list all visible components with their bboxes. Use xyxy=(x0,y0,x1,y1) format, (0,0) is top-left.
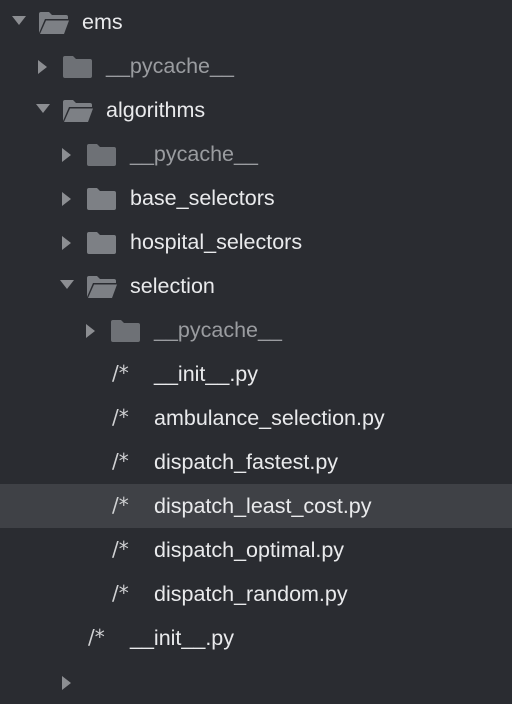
tree-item-file[interactable]: /* dispatch_optimal.py xyxy=(0,528,512,572)
tree-item-file[interactable]: /* dispatch_random.py xyxy=(0,572,512,616)
chevron-down-icon[interactable] xyxy=(60,264,74,308)
folder-icon xyxy=(62,55,94,79)
file-tree: ems __pycache__ algorithms __pycache__ b… xyxy=(0,0,512,690)
tree-item-file[interactable]: /* ambulance_selection.py xyxy=(0,396,512,440)
python-file-icon: /* xyxy=(112,493,129,517)
chevron-right-icon[interactable] xyxy=(62,176,74,220)
tree-item-label: __init__.py xyxy=(130,626,234,650)
python-file-icon: /* xyxy=(112,449,129,473)
tree-item-label: selection xyxy=(130,274,215,298)
chevron-right-icon[interactable] xyxy=(38,44,50,88)
chevron-right-icon[interactable] xyxy=(86,308,98,352)
folder-open-icon xyxy=(62,99,94,123)
folder-icon xyxy=(86,231,118,255)
tree-item-base-selectors[interactable]: base_selectors xyxy=(0,176,512,220)
tree-item-ems[interactable]: ems xyxy=(0,0,512,44)
folder-icon xyxy=(86,187,118,211)
folder-icon xyxy=(86,143,118,167)
chevron-down-icon[interactable] xyxy=(12,0,26,44)
tree-item-label: base_selectors xyxy=(130,186,275,210)
tree-item-partial[interactable] xyxy=(0,660,512,704)
tree-item-label: hospital_selectors xyxy=(130,230,303,254)
tree-item-label: __pycache__ xyxy=(154,318,282,342)
tree-item-pycache[interactable]: __pycache__ xyxy=(0,132,512,176)
tree-item-file[interactable]: /* __init__.py xyxy=(0,352,512,396)
tree-item-file[interactable]: /* __init__.py xyxy=(0,616,512,660)
tree-item-label: dispatch_fastest.py xyxy=(154,450,339,474)
tree-item-algorithms[interactable]: algorithms xyxy=(0,88,512,132)
tree-item-label: __pycache__ xyxy=(106,54,234,78)
python-file-icon: /* xyxy=(112,537,129,561)
python-file-icon: /* xyxy=(112,405,129,429)
folder-icon xyxy=(110,319,142,343)
tree-item-label: __init__.py xyxy=(154,362,258,386)
python-file-icon: /* xyxy=(112,361,129,385)
tree-item-label: dispatch_least_cost.py xyxy=(154,494,372,518)
chevron-right-icon[interactable] xyxy=(62,132,74,176)
tree-item-pycache[interactable]: __pycache__ xyxy=(0,308,512,352)
chevron-down-icon[interactable] xyxy=(36,88,50,132)
chevron-right-icon[interactable] xyxy=(62,660,74,704)
folder-open-icon xyxy=(86,275,118,299)
tree-item-pycache[interactable]: __pycache__ xyxy=(0,44,512,88)
tree-item-label: dispatch_random.py xyxy=(154,582,348,606)
tree-item-file[interactable]: /* dispatch_fastest.py xyxy=(0,440,512,484)
tree-item-label: dispatch_optimal.py xyxy=(154,538,345,562)
folder-open-icon xyxy=(38,11,70,35)
tree-item-label: algorithms xyxy=(106,98,206,122)
python-file-icon: /* xyxy=(112,581,129,605)
tree-item-label: ambulance_selection.py xyxy=(154,406,385,430)
python-file-icon: /* xyxy=(88,625,105,649)
tree-item-file-selected[interactable]: /* dispatch_least_cost.py xyxy=(0,484,512,528)
tree-item-hospital-selectors[interactable]: hospital_selectors xyxy=(0,220,512,264)
chevron-right-icon[interactable] xyxy=(62,220,74,264)
tree-item-label: ems xyxy=(82,10,123,34)
tree-item-selection[interactable]: selection xyxy=(0,264,512,308)
tree-item-label: __pycache__ xyxy=(130,142,258,166)
